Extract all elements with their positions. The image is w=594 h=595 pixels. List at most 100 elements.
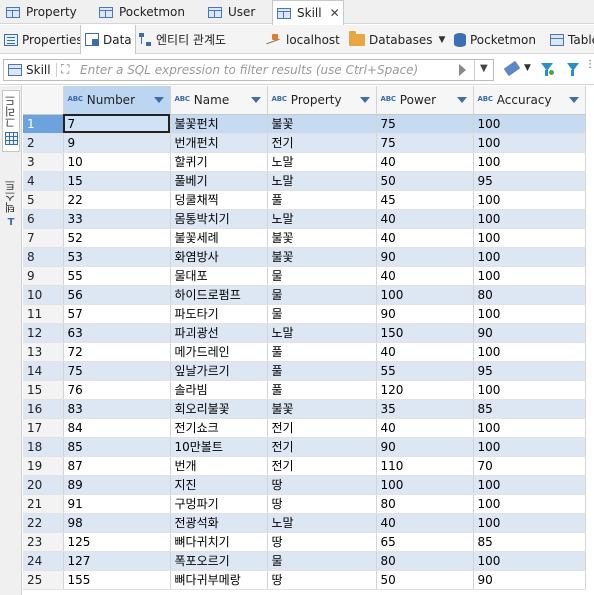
table-row[interactable]: 22 98 전광석화 노말 40 100 <box>23 513 586 533</box>
cell-number[interactable]: 83 <box>63 399 171 419</box>
table-row[interactable]: 11 57 파도타기 물 90 100 <box>23 304 586 324</box>
cell-property[interactable]: 전기 <box>267 418 377 438</box>
cell-name[interactable]: 파도타기 <box>170 304 268 324</box>
cell-name[interactable]: 메가드레인 <box>170 342 268 362</box>
cell-number[interactable]: 127 <box>63 551 171 571</box>
table-row[interactable]: 8 53 화염방사 불꽃 90 100 <box>23 247 586 267</box>
cell-number[interactable]: 56 <box>63 285 171 305</box>
cell-power[interactable]: 80 <box>376 551 474 571</box>
cell-power[interactable]: 55 <box>376 361 474 381</box>
cell-name[interactable]: 불꽃세례 <box>170 228 268 248</box>
cell-number[interactable]: 63 <box>63 323 171 343</box>
cell-name[interactable]: 잎날가르기 <box>170 361 268 381</box>
close-icon[interactable]: ✕ <box>330 6 340 20</box>
row-number[interactable]: 5 <box>23 190 64 210</box>
cell-name[interactable]: 풀베기 <box>170 171 268 191</box>
table-row[interactable]: 3 10 할퀴기 노말 40 100 <box>23 152 586 172</box>
cell-accuracy[interactable]: 100 <box>473 228 586 248</box>
cell-name[interactable]: 하이드로펌프 <box>170 285 268 305</box>
cell-property[interactable]: 노말 <box>267 171 377 191</box>
cell-accuracy[interactable]: 90 <box>473 570 586 590</box>
cell-name[interactable]: 전광석화 <box>170 513 268 533</box>
cell-accuracy[interactable]: 95 <box>473 171 586 191</box>
row-number[interactable]: 20 <box>23 475 64 495</box>
cell-property[interactable]: 물 <box>267 266 377 286</box>
cell-name[interactable]: 몸통박치기 <box>170 209 268 229</box>
cell-number[interactable]: 125 <box>63 532 171 552</box>
cell-name[interactable]: 뼈다귀부메랑 <box>170 570 268 590</box>
cell-property[interactable]: 불꽃 <box>267 114 377 134</box>
cell-property[interactable]: 물 <box>267 304 377 324</box>
cell-accuracy[interactable]: 100 <box>473 494 586 514</box>
cell-number[interactable]: 87 <box>63 456 171 476</box>
table-row[interactable]: 4 15 풀베기 노말 50 95 <box>23 171 586 191</box>
row-number[interactable]: 10 <box>23 285 64 305</box>
cell-power[interactable]: 45 <box>376 190 474 210</box>
table-row[interactable]: 10 56 하이드로펌프 물 100 80 <box>23 285 586 305</box>
grid-view-tab[interactable]: 그리드 <box>2 90 20 152</box>
cell-power[interactable]: 75 <box>376 133 474 153</box>
cell-number[interactable]: 33 <box>63 209 171 229</box>
row-number[interactable]: 4 <box>23 171 64 191</box>
chevron-down-icon[interactable]: ▼ <box>439 35 446 45</box>
chevron-down-icon[interactable]: ▼ <box>524 63 531 73</box>
cell-name[interactable]: 파괴광선 <box>170 323 268 343</box>
row-number[interactable]: 9 <box>23 266 64 286</box>
cell-property[interactable]: 노말 <box>267 513 377 533</box>
editor-tab-property[interactable]: Property <box>2 0 95 24</box>
row-number[interactable]: 21 <box>23 494 64 514</box>
column-menu-chevron-down-icon[interactable] <box>568 97 579 103</box>
cell-accuracy[interactable]: 100 <box>473 209 586 229</box>
column-menu-chevron-down-icon[interactable] <box>153 97 164 103</box>
table-row[interactable]: 9 55 물대포 물 40 100 <box>23 266 586 286</box>
row-number[interactable]: 22 <box>23 513 64 533</box>
cell-number[interactable]: 53 <box>63 247 171 267</box>
row-number[interactable]: 23 <box>23 532 64 552</box>
table-row[interactable]: 18 85 10만볼트 전기 90 100 <box>23 437 586 457</box>
cell-name[interactable]: 지진 <box>170 475 268 495</box>
table-row[interactable]: 2 9 번개펀치 전기 75 100 <box>23 133 586 153</box>
cell-name[interactable]: 전기쇼크 <box>170 418 268 438</box>
table-row[interactable]: 6 33 몸통박치기 노말 40 100 <box>23 209 586 229</box>
table-row[interactable]: 5 22 덩쿨채찍 풀 45 100 <box>23 190 586 210</box>
cell-power[interactable]: 40 <box>376 513 474 533</box>
cell-number[interactable]: 155 <box>63 570 171 590</box>
cell-accuracy[interactable]: 100 <box>473 114 586 134</box>
table-row[interactable]: 15 76 솔라빔 풀 120 100 <box>23 380 586 400</box>
row-number[interactable]: 19 <box>23 456 64 476</box>
table-row[interactable]: 25 155 뼈다귀부메랑 땅 50 90 <box>23 570 586 590</box>
row-number[interactable]: 12 <box>23 323 64 343</box>
cell-property[interactable]: 풀 <box>267 190 377 210</box>
cell-number[interactable]: 57 <box>63 304 171 324</box>
cell-number[interactable]: 9 <box>63 133 171 153</box>
cell-power[interactable]: 100 <box>376 285 474 305</box>
cell-accuracy[interactable]: 80 <box>473 285 586 305</box>
filter-settings-funnel-icon[interactable] <box>567 63 579 76</box>
cell-accuracy[interactable]: 100 <box>473 247 586 267</box>
row-number[interactable]: 15 <box>23 380 64 400</box>
table-row[interactable]: 20 89 지진 땅 100 100 <box>23 475 586 495</box>
editor-tab-pocketmon[interactable]: Pocketmon <box>95 0 203 24</box>
row-number[interactable]: 3 <box>23 152 64 172</box>
cell-number[interactable]: 84 <box>63 418 171 438</box>
cell-property[interactable]: 풀 <box>267 380 377 400</box>
table-row[interactable]: 16 83 회오리불꽃 불꽃 35 85 <box>23 399 586 419</box>
cell-power[interactable]: 40 <box>376 418 474 438</box>
table-row[interactable]: 1 7 불꽃펀치 불꽃 75 100 <box>23 114 586 134</box>
breadcrumb-databases[interactable]: Databases ▼ <box>349 25 445 54</box>
expand-icon[interactable]: ⛶ <box>61 62 75 76</box>
cell-property[interactable]: 물 <box>267 551 377 571</box>
cell-power[interactable]: 80 <box>376 494 474 514</box>
filter-history-chevron-down-icon[interactable]: ▼ <box>480 63 488 74</box>
cell-accuracy[interactable]: 100 <box>473 266 586 286</box>
row-number[interactable]: 17 <box>23 418 64 438</box>
cell-property[interactable]: 불꽃 <box>267 247 377 267</box>
cell-accuracy[interactable]: 95 <box>473 361 586 381</box>
cell-power[interactable]: 110 <box>376 456 474 476</box>
cell-power[interactable]: 35 <box>376 399 474 419</box>
row-number[interactable]: 1 <box>23 114 64 134</box>
cell-number[interactable]: 55 <box>63 266 171 286</box>
cell-power[interactable]: 90 <box>376 437 474 457</box>
filter-input[interactable] <box>80 61 450 79</box>
tab-data[interactable]: Data <box>80 25 136 54</box>
